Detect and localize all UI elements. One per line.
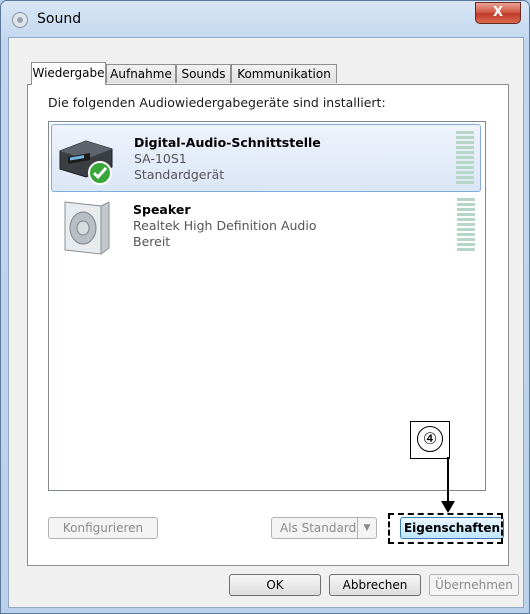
window-title: Sound <box>37 11 82 27</box>
ok-label: OK <box>266 578 284 592</box>
volume-meter <box>456 131 474 187</box>
device-status: Standardgerät <box>134 167 225 182</box>
device-name: Speaker <box>133 202 191 217</box>
set-default-button[interactable]: Als Standard ▼ <box>271 517 377 539</box>
speaker-icon <box>64 201 110 255</box>
sound-dialog: Sound X Wiedergabe Aufnahme Sounds Kommu… <box>0 0 530 614</box>
tab-sounds[interactable]: Sounds <box>176 64 231 83</box>
step-number-marker: ④ <box>417 426 443 452</box>
list-item[interactable]: Digital-Audio-Schnittstelle SA-10S1 Stan… <box>51 124 481 192</box>
title-bar[interactable]: Sound X <box>1 1 529 37</box>
configure-label: Konfigurieren <box>62 521 144 535</box>
receiver-icon <box>59 140 113 185</box>
sound-app-icon <box>12 12 28 28</box>
cancel-label: Abbrechen <box>342 578 408 592</box>
apply-label: Übernehmen <box>435 578 513 592</box>
device-model: SA-10S1 <box>134 151 187 166</box>
device-list-heading: Die folgenden Audiowiedergabegeräte sind… <box>48 95 386 110</box>
cancel-button[interactable]: Abbrechen <box>329 574 421 596</box>
apply-button[interactable]: Übernehmen <box>429 574 519 596</box>
set-default-label: Als Standard <box>280 521 357 535</box>
tab-aufnahme[interactable]: Aufnahme <box>106 64 176 83</box>
tab-wiedergabe[interactable]: Wiedergabe <box>31 62 106 85</box>
callout-arrow-icon <box>441 501 455 513</box>
dropdown-arrow-icon[interactable]: ▼ <box>357 518 376 538</box>
list-item[interactable]: Speaker Realtek High Definition Audio Be… <box>51 192 481 260</box>
volume-meter <box>457 198 475 254</box>
callout-arrow-line <box>447 457 449 505</box>
tab-panel-wiedergabe: Die folgenden Audiowiedergabegeräte sind… <box>27 84 509 566</box>
configure-button[interactable]: Konfigurieren <box>48 517 158 539</box>
device-name: Digital-Audio-Schnittstelle <box>134 135 321 150</box>
device-status: Bereit <box>133 234 171 249</box>
device-driver: Realtek High Definition Audio <box>133 218 317 233</box>
tab-kommunikation[interactable]: Kommunikation <box>231 64 337 83</box>
step-callout: ④ <box>410 421 450 459</box>
close-button[interactable]: X <box>475 2 521 24</box>
properties-highlight <box>388 513 503 544</box>
ok-button[interactable]: OK <box>229 574 321 596</box>
